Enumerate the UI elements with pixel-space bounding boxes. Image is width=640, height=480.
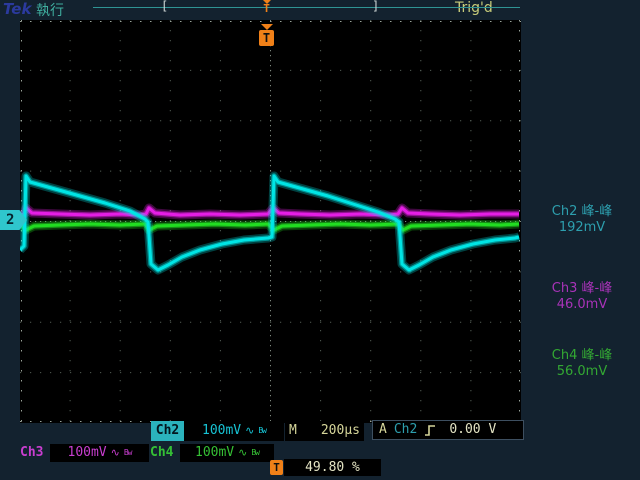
- trigger-level: 0.00 V: [449, 422, 497, 437]
- record-view-bar: [93, 7, 520, 8]
- horizontal-position-icon: T: [270, 460, 283, 475]
- measurement-value: 46.0mV: [556, 297, 608, 312]
- bandwidth-limit-icon: Bw: [123, 448, 133, 457]
- ch4-scale-readout: 100mV ∿ Bw: [180, 444, 274, 462]
- horizontal-position-readout: 49.80 %: [284, 459, 381, 476]
- waveform-plot: [16, 20, 521, 423]
- timebase-value: 200μs: [320, 423, 360, 438]
- measurement-type: 峰-峰: [581, 281, 613, 296]
- rising-edge-icon: [425, 424, 436, 436]
- measurement-ch3-pkpk: Ch3 峰-峰 46.0mV: [528, 281, 636, 313]
- coupling-wave-icon: ∿: [245, 424, 255, 437]
- trigger-readout: A Ch2 0.00 V: [372, 420, 524, 440]
- coupling-wave-icon: ∿: [110, 446, 120, 459]
- coupling-wave-icon: ∿: [238, 446, 248, 459]
- trigger-mode: A: [379, 422, 387, 437]
- measurement-ch2-pkpk: Ch2 峰-峰 192mV: [528, 204, 636, 236]
- ch2-scale-value: 100mV: [202, 423, 242, 438]
- measurement-type: 峰-峰: [581, 204, 613, 219]
- measurement-channel: Ch4: [551, 348, 578, 363]
- measurement-ch4-pkpk: Ch4 峰-峰 56.0mV: [528, 348, 636, 380]
- trigger-marker-letter: T: [259, 30, 274, 46]
- record-view-right-bracket: ]: [372, 0, 380, 13]
- bandwidth-limit-icon: Bw: [258, 426, 267, 435]
- measurement-channel: Ch3: [551, 281, 578, 296]
- ch4-channel-label: Ch4: [150, 445, 174, 460]
- ch4-scale-value: 100mV: [195, 445, 235, 460]
- ch3-scale-value: 100mV: [67, 445, 107, 460]
- measurement-value: 56.0mV: [556, 364, 608, 379]
- trigger-marker-letter: T: [263, 2, 270, 15]
- timebase-readout: M 200μs: [285, 421, 364, 441]
- trigger-status: Trig'd: [455, 0, 493, 16]
- tek-logo: Tek: [3, 0, 32, 18]
- trigger-time-marker-icon: T: [259, 24, 274, 46]
- ch2-channel-badge: Ch2: [151, 421, 184, 441]
- ch2-scale-readout: 100mV ∿ Bw: [184, 421, 284, 441]
- ch3-scale-readout: 100mV ∿ Bw: [50, 444, 149, 462]
- measurement-value: 192mV: [558, 220, 606, 235]
- trigger-source: Ch2: [393, 422, 418, 437]
- measurement-channel: Ch2: [551, 204, 578, 219]
- measurement-type: 峰-峰: [581, 348, 613, 363]
- ch3-channel-label: Ch3: [20, 445, 44, 460]
- horizontal-position-value: 49.80 %: [305, 460, 360, 475]
- timebase-label: M: [289, 423, 297, 438]
- acquisition-status: 執行: [36, 3, 64, 19]
- oscilloscope-screen: Tek 執行 Trig'd [ ] T T 2 Ch2 峰-峰 192mV Ch…: [0, 0, 640, 480]
- trigger-position-marker-icon: T: [260, 0, 273, 15]
- graticule: [16, 20, 521, 423]
- record-view-left-bracket: [: [161, 0, 169, 13]
- bandwidth-limit-icon: Bw: [251, 448, 260, 457]
